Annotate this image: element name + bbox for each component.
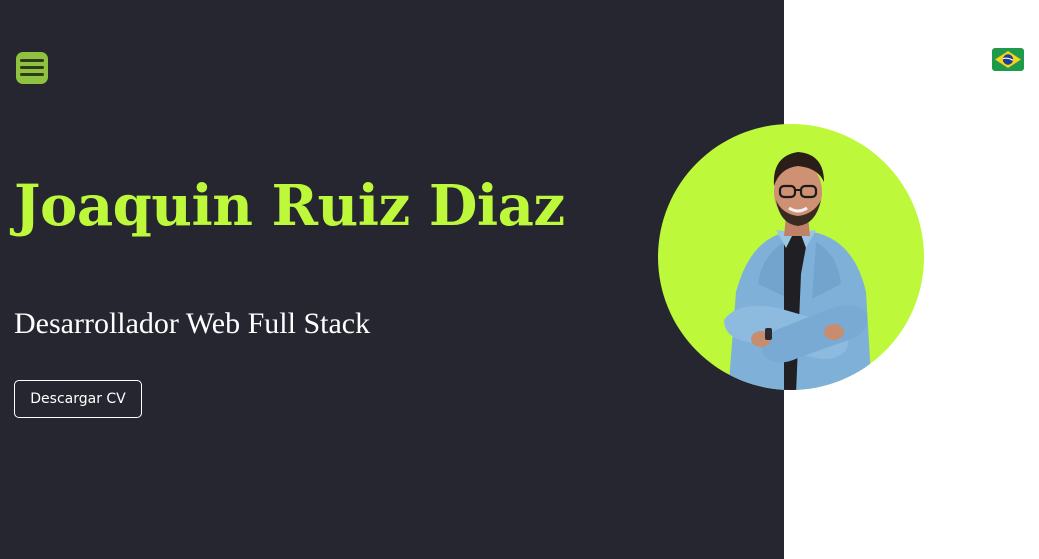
- profile-photo: [658, 124, 924, 390]
- download-cv-button[interactable]: Descargar CV: [14, 380, 142, 418]
- hamburger-menu-icon-bar: [20, 73, 44, 76]
- hero-role: Desarrollador Web Full Stack: [14, 307, 371, 340]
- language-switch-button[interactable]: [992, 48, 1024, 71]
- hamburger-menu-icon-bar: [20, 66, 44, 69]
- menu-button[interactable]: [16, 52, 48, 84]
- brazil-flag-icon: [992, 48, 1024, 71]
- hamburger-menu-icon: [20, 59, 44, 62]
- hero-name: Joaquin Ruiz Diaz: [14, 173, 565, 239]
